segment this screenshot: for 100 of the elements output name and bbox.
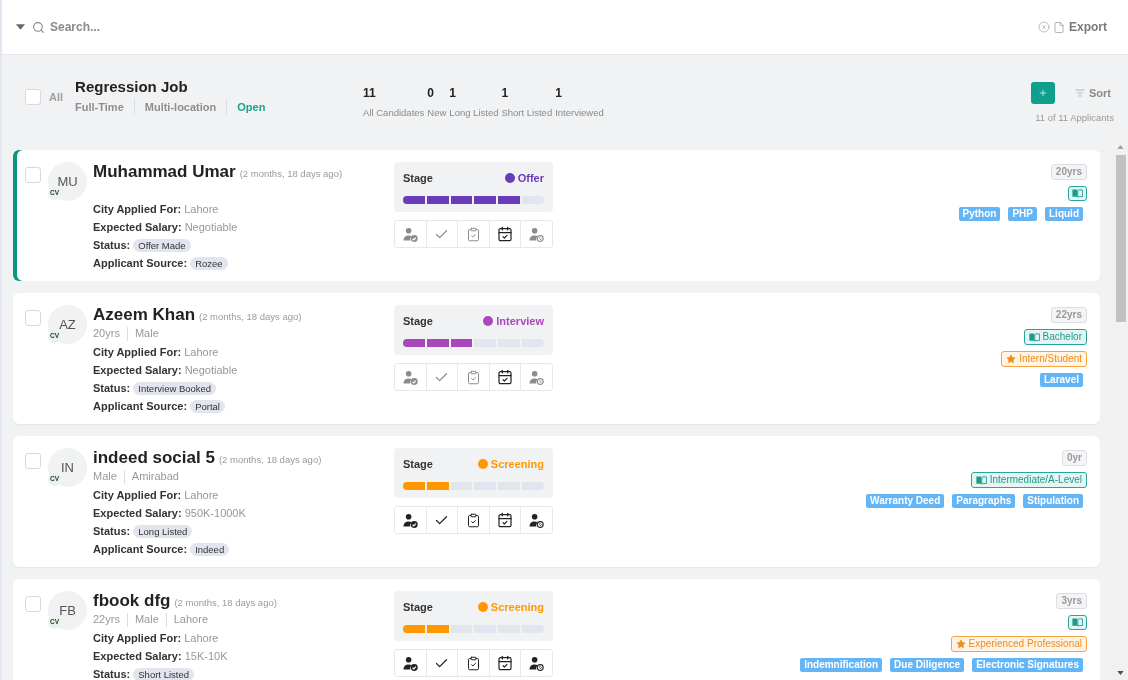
field-value: 15K-10K [184, 648, 228, 664]
field-value: Lahore [184, 344, 219, 360]
field-label: City Applied For: [93, 201, 182, 217]
stage-label: Stage [403, 599, 433, 615]
stat-label: Long Listed [449, 106, 499, 120]
stat-value: 1 [449, 85, 457, 101]
scrollbar-thumb[interactable] [1115, 155, 1126, 322]
skill-tag: Python [958, 207, 1001, 221]
experience-level-label: Intern/Student [1019, 353, 1082, 365]
field-label: Status: [93, 380, 131, 396]
person-check-icon [402, 369, 418, 385]
checkbox[interactable] [25, 453, 41, 469]
clipboard-check-icon [466, 655, 481, 671]
stage-name: Interview [496, 313, 544, 329]
stat-label: Short Listed [501, 106, 553, 120]
scroll-down-icon[interactable] [1117, 671, 1124, 675]
applicant-name[interactable]: fbook dfg [93, 591, 171, 610]
status-tag: Portal [190, 399, 225, 413]
field-value: Lahore [184, 201, 219, 217]
person-block-button[interactable] [520, 649, 553, 677]
experience-years-tag: 22yrs [1050, 307, 1087, 323]
stage-label: Stage [403, 313, 433, 329]
clear-button[interactable] [1038, 21, 1050, 33]
field-label: Status: [93, 523, 131, 539]
person-check-icon [402, 512, 418, 528]
plus-icon [1038, 88, 1048, 98]
skill-tag: Electronic Signatures [972, 658, 1083, 672]
checkbox[interactable] [25, 167, 41, 183]
select-all-checkbox[interactable] [25, 89, 41, 106]
applicant-name[interactable]: Muhammad Umar [93, 162, 236, 181]
applicant-name[interactable]: indeed social 5 [93, 448, 215, 467]
search-field[interactable]: Search... [50, 16, 410, 38]
circle-x-icon [1038, 21, 1050, 33]
person-block-icon [529, 226, 545, 242]
person-check-button[interactable] [394, 649, 427, 677]
field-label: Applicant Source: [93, 541, 188, 557]
status-tag: Interview Booked [133, 381, 217, 395]
field-value: Lahore [184, 630, 219, 646]
status-tag: Short Listed [133, 667, 194, 680]
job-tag: Multi-location [144, 98, 217, 116]
stat-value: 11 [363, 85, 376, 101]
dropdown-button[interactable] [14, 21, 26, 33]
star-icon [955, 639, 966, 649]
star-icon [1006, 354, 1017, 364]
stage-label: Stage [403, 456, 433, 472]
book-icon [975, 475, 987, 485]
field-label: Status: [93, 666, 131, 680]
field-label: Status: [93, 237, 131, 253]
file-icon [1053, 20, 1065, 34]
book-icon [1072, 189, 1083, 198]
applied-time: (2 months, 18 days ago) [218, 453, 322, 467]
stage-label: Stage [403, 170, 433, 186]
field-label: City Applied For: [93, 344, 182, 360]
applied-time: (2 months, 18 days ago) [239, 167, 343, 181]
applied-time: (2 months, 18 days ago) [199, 310, 302, 324]
applicant-detail: 20yrs [93, 326, 120, 342]
field-value: 950K-1000K [184, 505, 246, 521]
field-value: Negotiable [184, 362, 238, 378]
stat-label: New [427, 106, 447, 120]
sort-icon [1075, 88, 1085, 98]
status-tag: Rozee [190, 256, 228, 270]
book-icon [1072, 618, 1083, 627]
applicant-count: 11 of 11 Applicants [1035, 111, 1114, 125]
field-label: Applicant Source: [93, 398, 188, 414]
status-tag: Long Listed [133, 524, 193, 538]
stage-name: Offer [517, 170, 544, 186]
person-check-icon [402, 226, 418, 242]
job-title: Regression Job [75, 78, 188, 96]
checkbox[interactable] [25, 596, 41, 612]
clipboard-check-icon [466, 512, 481, 528]
experience-years-tag: 0yr [1062, 450, 1087, 466]
calendar-check-icon [497, 655, 514, 671]
skill-tag: Warranty Deed [866, 494, 945, 508]
applicant-detail: Male [93, 469, 117, 485]
clipboard-check-icon [466, 226, 481, 242]
education-label: Intermediate/A-Level [989, 474, 1082, 486]
skill-tag: PHP [1008, 207, 1037, 221]
person-block-button[interactable] [520, 506, 553, 534]
select-all-label: All [49, 90, 64, 105]
export-button[interactable]: Export [1053, 18, 1107, 36]
field-label: Expected Salary: [93, 219, 182, 235]
applicant-detail: Lahore [173, 612, 208, 628]
person-block-icon [529, 655, 545, 671]
calendar-check-icon [497, 512, 514, 528]
field-value: Negotiable [184, 219, 238, 235]
applicant-detail: Amirabad [131, 469, 179, 485]
field-label: City Applied For: [93, 630, 182, 646]
education-label: Bachelor [1042, 331, 1082, 343]
skill-tag: Liquid [1045, 207, 1083, 221]
applicant-name[interactable]: Azeem Khan [93, 305, 196, 324]
scroll-up-icon[interactable] [1117, 145, 1124, 149]
person-block-icon [529, 369, 545, 385]
experience-years-tag: 20yrs [1050, 164, 1087, 180]
person-check-button[interactable] [394, 506, 427, 534]
clipboard-button[interactable] [457, 649, 490, 677]
checkbox[interactable] [25, 310, 41, 326]
stat-value: 0 [427, 85, 434, 101]
stat-label: All Candidates [363, 106, 425, 120]
field-label: Applicant Source: [93, 255, 188, 271]
clipboard-button[interactable] [457, 506, 490, 534]
